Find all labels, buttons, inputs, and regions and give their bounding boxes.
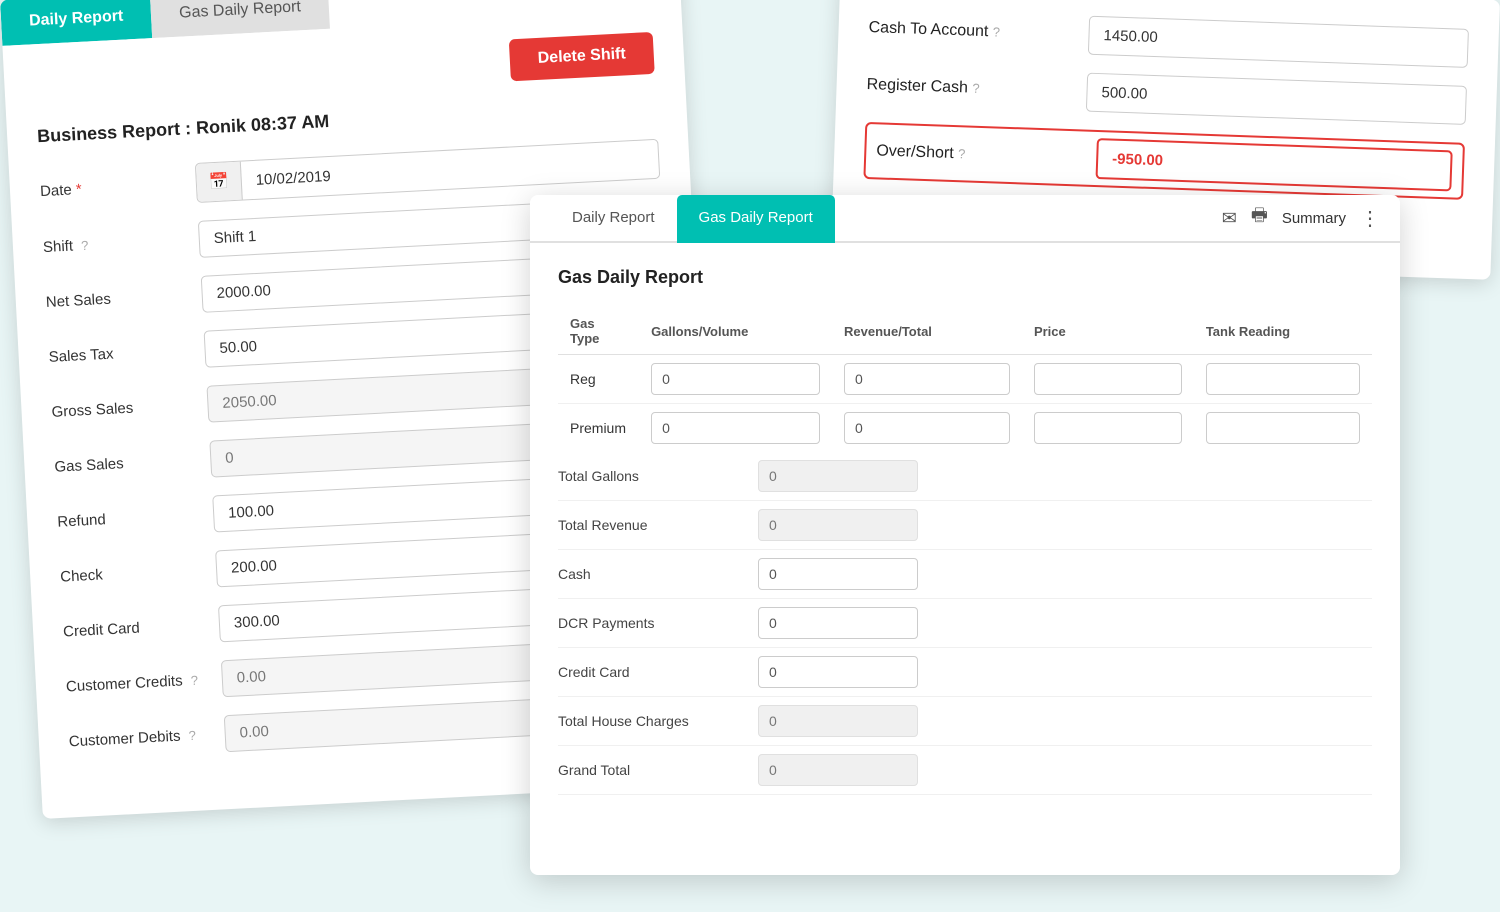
date-input-wrapper: 📅 10/02/2019 <box>195 139 660 203</box>
tab-daily-report[interactable]: Daily Report <box>0 0 152 46</box>
customer-debits-help-icon: ? <box>188 728 196 743</box>
col-revenue: Revenue/Total <box>832 308 1022 355</box>
price-input[interactable] <box>1034 412 1182 444</box>
print-icon[interactable]: 🖶 <box>1251 203 1268 233</box>
sales-tax-label: Sales Tax <box>48 342 189 366</box>
totals-row: Total Revenue0 <box>558 501 1372 550</box>
report-subtitle: : Ronik 08:37 AM <box>185 111 330 139</box>
tank-cell <box>1194 355 1372 404</box>
gas-report-title: Gas Daily Report <box>558 267 1372 288</box>
report-title-text: Business Report <box>37 119 181 146</box>
totals-readonly-value: 0 <box>758 460 918 492</box>
gallons-cell <box>639 355 832 404</box>
totals-row: Grand Total0 <box>558 746 1372 795</box>
price-cell <box>1022 404 1194 453</box>
col-price: Price <box>1022 308 1194 355</box>
report-title: Business Report : Ronik 08:37 AM <box>36 84 657 147</box>
totals-input-wrapper <box>758 656 918 688</box>
gas-daily-report-card: Daily Report Gas Daily Report ✉ 🖶 Summar… <box>530 195 1400 875</box>
totals-input-wrapper <box>758 607 918 639</box>
credit-card-label: Credit Card <box>63 616 204 640</box>
gas-type-cell: Reg <box>558 355 639 404</box>
totals-row: Cash <box>558 550 1372 599</box>
customer-credits-help-icon: ? <box>190 673 198 688</box>
revenue-cell <box>832 355 1022 404</box>
tab-daily-report-front[interactable]: Daily Report <box>550 195 677 243</box>
totals-label: Cash <box>558 566 758 582</box>
cash-to-account-help-icon: ? <box>993 24 1001 39</box>
col-tank: Tank Reading <box>1194 308 1372 355</box>
refund-label: Refund <box>57 506 198 530</box>
col-gas-type: Gas Type <box>558 308 639 355</box>
tank-input[interactable] <box>1206 363 1360 395</box>
summary-label[interactable]: Summary <box>1282 210 1346 227</box>
calendar-icon: 📅 <box>196 162 243 202</box>
totals-readonly-value: 0 <box>758 754 918 786</box>
delete-shift-button[interactable]: Delete Shift <box>509 32 655 81</box>
totals-readonly-value: 0 <box>758 705 918 737</box>
tank-input[interactable] <box>1206 412 1360 444</box>
totals-input[interactable] <box>758 656 918 688</box>
gallons-input[interactable] <box>651 412 820 444</box>
revenue-input[interactable] <box>844 412 1010 444</box>
totals-label: Total House Charges <box>558 713 758 729</box>
customer-credits-label: Customer Credits ? <box>66 671 207 695</box>
totals-input[interactable] <box>758 558 918 590</box>
gas-sales-label: Gas Sales <box>54 451 195 475</box>
totals-input[interactable] <box>758 607 918 639</box>
required-asterisk: * <box>75 180 82 197</box>
date-label: Date * <box>40 175 181 199</box>
over-short-help-icon: ? <box>958 146 966 161</box>
totals-row: DCR Payments <box>558 599 1372 648</box>
totals-row: Total Gallons0 <box>558 452 1372 501</box>
more-options-icon[interactable]: ⋮ <box>1360 206 1380 231</box>
front-tab-bar: Daily Report Gas Daily Report ✉ 🖶 Summar… <box>530 195 1400 243</box>
revenue-cell <box>832 404 1022 453</box>
customer-debits-label: Customer Debits ? <box>68 726 209 750</box>
totals-label: Credit Card <box>558 664 758 680</box>
gas-table-row: Reg <box>558 355 1372 404</box>
col-gallons: Gallons/Volume <box>639 308 832 355</box>
revenue-input[interactable] <box>844 363 1010 395</box>
net-sales-label: Net Sales <box>45 287 186 311</box>
price-input[interactable] <box>1034 363 1182 395</box>
totals-row: Credit Card <box>558 648 1372 697</box>
over-short-label: Over/Short ? <box>876 142 1077 167</box>
totals-input-wrapper <box>758 558 918 590</box>
gallons-cell <box>639 404 832 453</box>
over-short-input[interactable] <box>1096 138 1453 191</box>
totals-readonly-value: 0 <box>758 509 918 541</box>
shift-label: Shift ? <box>43 232 184 256</box>
tab-gas-daily-report-front[interactable]: Gas Daily Report <box>677 195 835 243</box>
email-icon[interactable]: ✉ <box>1222 208 1237 229</box>
gallons-input[interactable] <box>651 363 820 395</box>
tab-actions: ✉ 🖶 Summary ⋮ <box>1222 203 1380 233</box>
front-card-body: Gas Daily Report Gas Type Gallons/Volume… <box>530 243 1400 819</box>
gas-totals-section: Total Gallons0Total Revenue0CashDCR Paym… <box>558 452 1372 795</box>
date-value[interactable]: 10/02/2019 <box>241 141 659 198</box>
gas-type-cell: Premium <box>558 404 639 453</box>
totals-label: Grand Total <box>558 762 758 778</box>
register-cash-input[interactable] <box>1086 73 1467 125</box>
price-cell <box>1022 355 1194 404</box>
cash-to-account-label: Cash To Account ? <box>868 18 1069 43</box>
check-label: Check <box>60 561 201 585</box>
totals-label: Total Revenue <box>558 517 758 533</box>
gas-table: Gas Type Gallons/Volume Revenue/Total Pr… <box>558 308 1372 452</box>
totals-row: Total House Charges0 <box>558 697 1372 746</box>
totals-label: DCR Payments <box>558 615 758 631</box>
shift-help-icon: ? <box>81 238 89 253</box>
register-cash-help-icon: ? <box>972 80 980 95</box>
over-short-row: Over/Short ? <box>863 122 1465 200</box>
tank-cell <box>1194 404 1372 453</box>
totals-label: Total Gallons <box>558 468 758 484</box>
cash-to-account-input[interactable] <box>1088 16 1469 68</box>
gas-table-row: Premium <box>558 404 1372 453</box>
cash-to-account-row: Cash To Account ? <box>868 8 1469 68</box>
gross-sales-label: Gross Sales <box>51 397 192 421</box>
register-cash-label: Register Cash ? <box>866 75 1067 100</box>
register-cash-row: Register Cash ? <box>866 65 1467 125</box>
